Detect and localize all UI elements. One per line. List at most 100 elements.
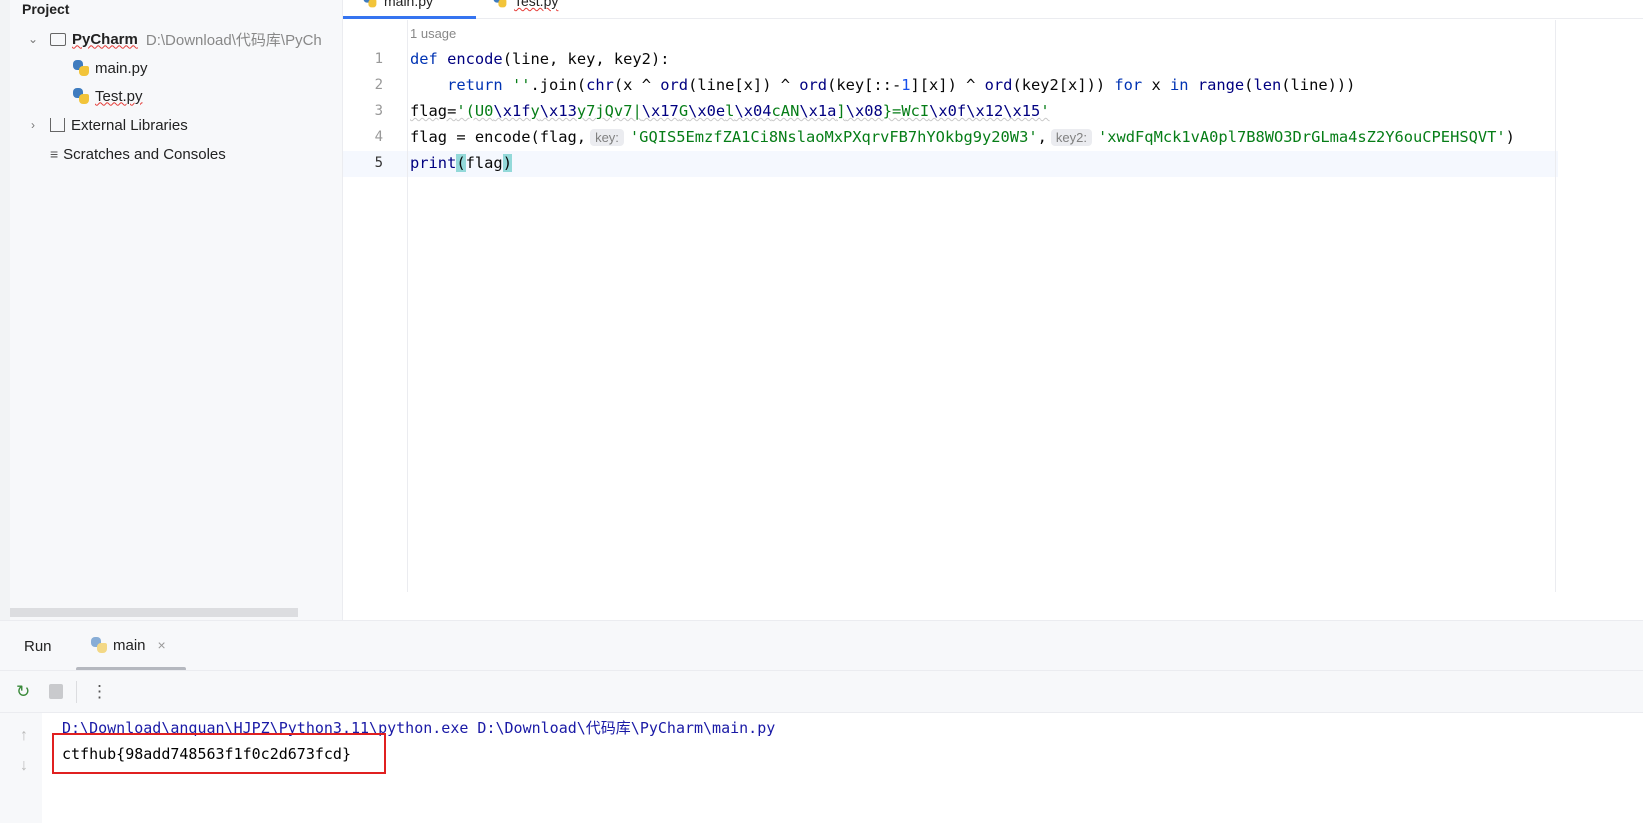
code-line-1[interactable]: def encode(line, key, key2): [410, 46, 669, 72]
code-editor[interactable]: 1 2 3 4 5 1 usage def encode(line, key, … [343, 20, 1643, 592]
code-token: 'GQIS5EmzfZA1Ci8NslaoMxPXqrvFB7hYOkbg9y2… [629, 128, 1038, 146]
file-name: main.py [95, 59, 148, 77]
code-token: ][x]) ^ [910, 76, 985, 94]
python-file-icon [363, 0, 377, 8]
code-token: (line[x]) ^ [688, 76, 800, 94]
run-tab-label: main [113, 636, 146, 654]
parameter-hint: key: [590, 129, 624, 146]
code-token: ) [502, 154, 512, 172]
tree-item-scratches[interactable]: ≡ Scratches and Consoles [50, 140, 226, 168]
library-icon [50, 118, 65, 132]
toolbar-separator [76, 681, 77, 703]
tree-item-test-py[interactable]: Test.py [72, 82, 143, 110]
code-token: ' [1040, 102, 1050, 120]
editor-tabs: main.py Test.py [343, 0, 1643, 19]
code-token: ord [799, 76, 828, 94]
python-file-icon [72, 87, 90, 105]
rerun-icon[interactable]: ↻ [16, 682, 30, 702]
line-number: 5 [374, 155, 383, 171]
code-token: cAN [771, 102, 800, 120]
folder-icon [50, 32, 66, 46]
project-root-name: PyCharm [72, 30, 138, 48]
tree-item-main-py[interactable]: main.py [72, 54, 148, 82]
project-root-path: D:\Download\代码库\PyCh [145, 31, 322, 49]
left-tool-stripe [0, 0, 10, 620]
code-token: G [678, 102, 689, 120]
code-token: \x08 [845, 102, 883, 120]
code-line-5[interactable]: print(flag) [410, 150, 512, 176]
code-token: , [1037, 128, 1047, 146]
code-token: return [410, 76, 512, 94]
tab-main-py[interactable]: main.py [361, 0, 433, 10]
line-number: 4 [374, 129, 383, 145]
chevron-down-icon[interactable]: ⌄ [26, 32, 40, 46]
code-token: len [1253, 76, 1282, 94]
scroll-down-icon[interactable]: ↓ [20, 757, 28, 775]
code-token: print [410, 154, 457, 172]
code-token: \x13 [539, 102, 577, 120]
stop-icon[interactable] [49, 684, 63, 699]
code-token: (key[::- [827, 76, 902, 94]
code-token: 1 [901, 76, 911, 94]
code-token: chr [586, 76, 614, 94]
code-token: (line))) [1281, 76, 1356, 94]
horizontal-scrollbar[interactable] [10, 608, 298, 617]
tree-item-external-libraries[interactable]: › External Libraries [26, 111, 188, 139]
code-token: ] [836, 102, 846, 120]
code-token: for [1114, 76, 1152, 94]
code-token: x [1151, 76, 1171, 94]
code-line-4[interactable]: flag = encode(flag, key: 'GQIS5EmzfZA1Ci8N… [410, 124, 1515, 150]
more-options-icon[interactable]: ⋮ [91, 682, 108, 702]
console-gutter: ↑ ↓ [0, 713, 42, 823]
code-token: (x ^ [613, 76, 661, 94]
run-panel: Run main × ↻ ⋮ ↑ ↓ D:\Download\anquan\HJ… [0, 620, 1643, 823]
line-number: 3 [374, 103, 383, 119]
file-name: Test.py [95, 87, 143, 105]
code-token: .join( [530, 76, 587, 94]
line-number-gutter: 1 2 3 4 5 [343, 20, 408, 592]
code-token: 'xwdFqMck1vA0pl7B8WO3DrGLma4sZ2Y6ouCPEHS… [1097, 128, 1506, 146]
tab-test-py[interactable]: Test.py [491, 0, 558, 10]
editor-right-margin [1555, 20, 1556, 592]
line-number: 2 [374, 77, 383, 93]
python-run-icon [90, 636, 108, 654]
code-token: ord [984, 76, 1013, 94]
current-line-highlight [343, 151, 1558, 177]
code-token: y7jQv7| [576, 102, 642, 120]
tab-label: Test.py [514, 0, 559, 9]
console-output[interactable]: ↑ ↓ D:\Download\anquan\HJPZ\Python3.11\p… [0, 712, 1643, 823]
code-token: range [1197, 76, 1245, 94]
usage-hint[interactable]: 1 usage [410, 26, 456, 41]
red-highlight-box [52, 733, 386, 774]
close-icon[interactable]: × [158, 637, 166, 653]
code-token: \x0f\x12\x15 [929, 102, 1041, 120]
chevron-right-icon[interactable]: › [26, 118, 40, 132]
code-token: \x1f [493, 102, 531, 120]
code-token: flag= [410, 102, 457, 120]
code-token: (key2[x])) [1012, 76, 1115, 94]
run-toolbar: ↻ ⋮ [0, 670, 1643, 712]
project-panel-title: Project [22, 1, 70, 17]
active-tab-indicator [343, 16, 476, 19]
code-token: \x04 [734, 102, 772, 120]
code-token: }=WcI [882, 102, 930, 120]
code-line-2[interactable]: return ''.join(chr(x ^ ord(line[x]) ^ or… [410, 72, 1355, 98]
code-token: in [1170, 76, 1198, 94]
run-tab-main[interactable]: main × [90, 636, 166, 654]
scroll-up-icon[interactable]: ↑ [20, 727, 28, 745]
code-token: ( [456, 154, 466, 172]
project-panel: Project ⌄ PyCharm D:\Download\代码库\PyCh m… [0, 0, 343, 620]
python-file-icon [493, 0, 507, 8]
code-line-3[interactable]: flag='(U0\x1fy\x13y7jQv7|\x17G\x0el\x04c… [410, 98, 1050, 124]
tab-label: main.py [384, 0, 434, 9]
code-token: \x1a [799, 102, 837, 120]
code-token: \x0e [688, 102, 726, 120]
code-token: \x17 [641, 102, 679, 120]
tree-item-pycharm[interactable]: ⌄ PyCharm D:\Download\代码库\PyCh [26, 25, 322, 53]
code-token: ) [1505, 128, 1515, 146]
external-libraries-label: External Libraries [71, 116, 188, 134]
code-token: (line, key, key2): [502, 50, 670, 68]
python-file-icon [72, 59, 90, 77]
code-token: '(U0 [456, 102, 494, 120]
code-token: encode [447, 50, 503, 68]
